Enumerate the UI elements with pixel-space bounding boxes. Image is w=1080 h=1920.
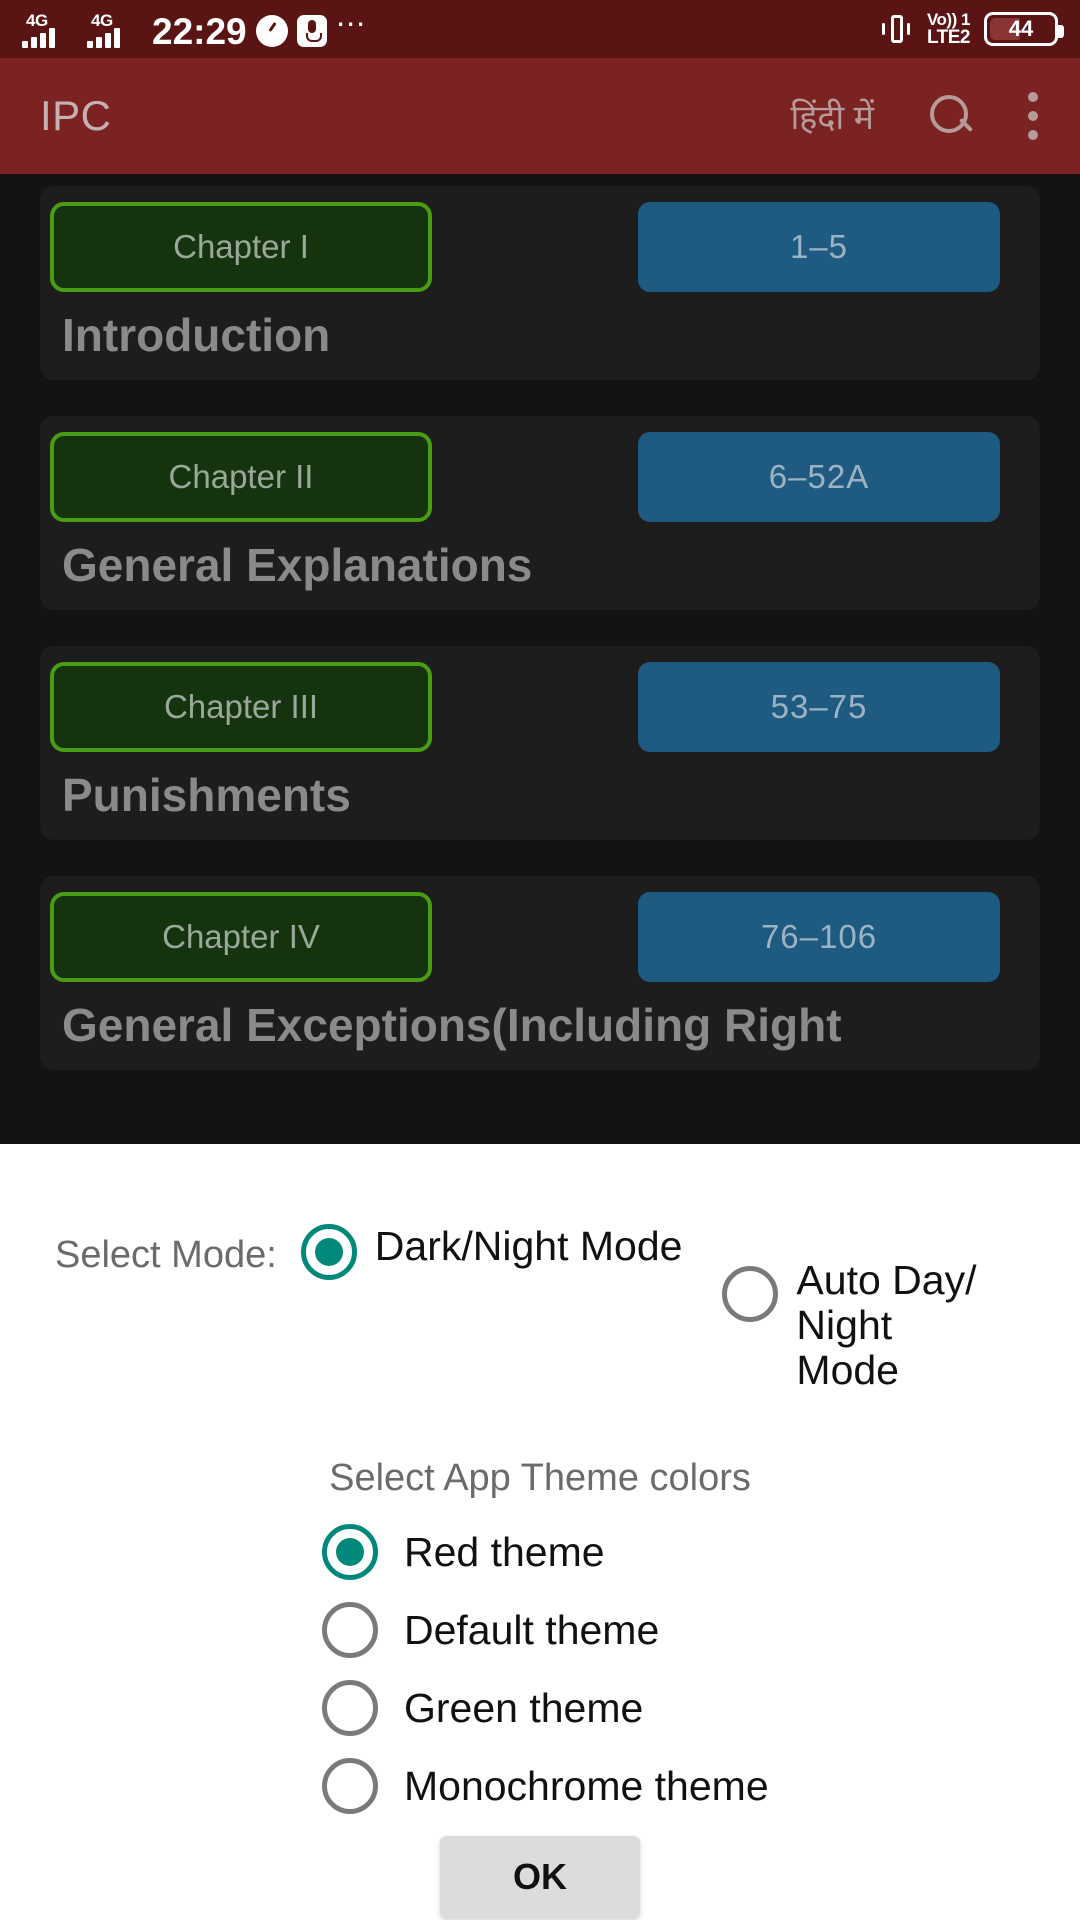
- chapter-number-chip[interactable]: Chapter III: [50, 662, 432, 752]
- theme-option-red[interactable]: Red theme: [322, 1524, 1080, 1581]
- status-bar-right: Vo)) 1 LTE2 44: [879, 10, 1064, 48]
- settings-dialog: Select Mode: Dark/Night Mode Auto Day/ N…: [0, 1144, 1080, 1920]
- chapter-card-header: Chapter III 53–75: [40, 646, 1040, 752]
- speedometer-icon: [255, 15, 288, 47]
- battery-percent-label: 44: [1008, 16, 1034, 41]
- app-screen: 4G 4G 22:29 ⋯ Vo)) 1 LTE2 44 IPC हिंदी म…: [0, 0, 1080, 1920]
- chapter-card[interactable]: Chapter I 1–5 Introduction: [40, 186, 1040, 380]
- chapter-number-chip[interactable]: Chapter I: [50, 202, 432, 292]
- radio-red-theme[interactable]: [322, 1524, 378, 1581]
- radio-monochrome-theme[interactable]: [322, 1758, 378, 1815]
- radio-green-theme[interactable]: [322, 1680, 378, 1737]
- dialog-actions: OK: [0, 1836, 1080, 1919]
- chapter-title: General Explanations: [62, 539, 533, 591]
- theme-option-monochrome[interactable]: Monochrome theme: [322, 1758, 1080, 1815]
- theme-option-label: Red theme: [404, 1528, 605, 1575]
- chapter-card[interactable]: Chapter IV 76–106 General Exceptions(Inc…: [40, 876, 1040, 1070]
- page-title: IPC: [40, 92, 112, 139]
- ok-button[interactable]: OK: [440, 1836, 640, 1919]
- chapter-card[interactable]: Chapter II 6–52A General Explanations: [40, 416, 1040, 610]
- lte-label: LTE2: [926, 27, 971, 48]
- chapter-range-chip[interactable]: 6–52A: [638, 432, 1000, 522]
- status-bar-left: 4G 4G 22:29 ⋯: [22, 8, 369, 52]
- chapter-range-chip[interactable]: 53–75: [638, 662, 1000, 752]
- volte-label: Vo)) 1: [926, 10, 970, 29]
- theme-section-heading: Select App Theme colors: [329, 1457, 751, 1500]
- theme-option-label: Monochrome theme: [404, 1762, 769, 1809]
- chapter-card-header: Chapter II 6–52A: [40, 416, 1040, 522]
- theme-option-label: Default theme: [404, 1606, 660, 1653]
- chapter-range-chip[interactable]: 1–5: [638, 202, 1000, 292]
- theme-options-list: Red theme Default theme Green theme Mono…: [0, 1524, 1080, 1815]
- status-bar: 4G 4G 22:29 ⋯ Vo)) 1 LTE2 44: [0, 0, 1080, 58]
- mode-option-label: Auto Day/ Night Mode: [796, 1257, 977, 1394]
- microphone-icon: [296, 15, 327, 47]
- theme-option-label: Green theme: [404, 1684, 644, 1731]
- select-mode-row: Select Mode: Dark/Night Mode Auto Day/ N…: [0, 1144, 1080, 1393]
- chapter-title: Introduction: [62, 309, 331, 361]
- more-notifications-icon: ⋯: [335, 8, 369, 41]
- kebab-menu-icon[interactable]: [1028, 92, 1040, 140]
- network-type-label-2: 4G: [91, 11, 113, 30]
- chapter-title: General Exceptions(Including Right: [62, 999, 842, 1051]
- signal-sim1-icon: 4G: [22, 11, 78, 48]
- theme-option-default[interactable]: Default theme: [322, 1602, 1080, 1659]
- signal-sim2-icon: 4G: [87, 11, 143, 48]
- mode-option-label: Dark/Night Mode: [374, 1223, 683, 1269]
- app-bar: IPC हिंदी में: [0, 58, 1080, 174]
- app-bar-actions: हिंदी में: [791, 92, 1041, 140]
- language-toggle-button[interactable]: हिंदी में: [791, 93, 875, 139]
- radio-dark-night-mode[interactable]: [300, 1224, 357, 1280]
- clock-time: 22:29: [152, 11, 247, 52]
- chapter-card[interactable]: Chapter III 53–75 Punishments: [40, 646, 1040, 840]
- select-mode-label: Select Mode:: [55, 1234, 277, 1276]
- vibrate-icon: [879, 12, 913, 46]
- chapter-card-header: Chapter I 1–5: [40, 186, 1040, 292]
- chapter-title: Punishments: [62, 769, 351, 821]
- network-type-label-1: 4G: [26, 11, 48, 30]
- battery-icon: 44: [984, 12, 1064, 46]
- mode-option-dark-night[interactable]: Dark/Night Mode: [300, 1223, 683, 1280]
- radio-auto-day-night-mode[interactable]: [722, 1266, 779, 1322]
- volte-indicator: Vo)) 1 LTE2: [926, 10, 971, 48]
- chapter-range-chip[interactable]: 76–106: [638, 892, 1000, 982]
- chapter-number-chip[interactable]: Chapter II: [50, 432, 432, 522]
- search-icon[interactable]: [928, 93, 974, 139]
- theme-option-green[interactable]: Green theme: [322, 1680, 1080, 1737]
- mode-option-auto-day-night[interactable]: Auto Day/ Night Mode: [722, 1257, 1011, 1394]
- chapter-card-header: Chapter IV 76–106: [40, 876, 1040, 982]
- chapter-number-chip[interactable]: Chapter IV: [50, 892, 432, 982]
- radio-default-theme[interactable]: [322, 1602, 378, 1659]
